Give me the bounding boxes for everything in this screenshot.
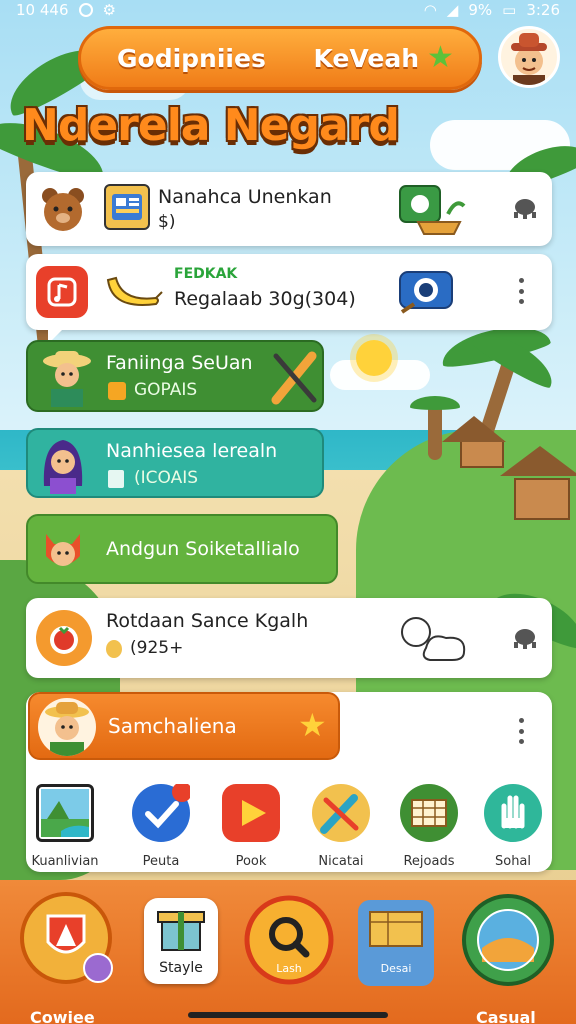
corner-label-right[interactable]: Casual (476, 1008, 536, 1024)
coin-icon (106, 640, 122, 658)
app-label: Peuta (142, 854, 180, 869)
hut (514, 478, 570, 520)
dock-label: Lash (276, 962, 302, 975)
card-subtitle: (ICOAIS (134, 468, 199, 488)
card-subtitle: (925+ (130, 638, 184, 658)
battery-icon: ▭ (502, 1, 517, 19)
app-label: Kuanlivian (31, 854, 99, 869)
app-item[interactable]: Kuanlivian (22, 784, 108, 869)
dock-item[interactable] (18, 890, 114, 990)
card-title: Faniinga SeUan (106, 352, 253, 374)
more-options-icon[interactable] (518, 718, 524, 744)
profile-avatar[interactable] (498, 26, 560, 88)
banner-title: Samchaliena (108, 714, 237, 738)
record-icon (78, 3, 93, 17)
camera-icon (398, 264, 456, 318)
app-item[interactable]: Peuta (118, 782, 204, 869)
corner-label-left[interactable]: Cowiee (30, 1008, 95, 1024)
list-card[interactable]: Faniinga SeUan GOPAIS (26, 340, 324, 412)
pen-tool-icon (312, 784, 370, 842)
hut-roof (500, 446, 576, 476)
dock-item[interactable]: Stayle (144, 898, 218, 984)
hand-icon (484, 784, 542, 842)
battery-percent: 9% (468, 1, 493, 19)
app-label: Rejoads (403, 854, 455, 869)
calendar-icon (400, 784, 458, 842)
music-app-icon (36, 266, 88, 318)
list-card[interactable]: FEDKAK Regalaab 30g(304) (26, 254, 552, 344)
girl-avatar-icon (38, 434, 88, 494)
list-card[interactable]: Nanhiesea lerealn (ICOAIS (26, 428, 324, 498)
board-icon (369, 911, 423, 947)
dock-item[interactable] (460, 892, 556, 988)
list-card[interactable]: Nanahca Unenkan $) (26, 172, 552, 246)
dock-label: Desai (380, 962, 412, 975)
app-label: Sohal (494, 854, 532, 869)
header-left-label[interactable]: Godipniies (117, 44, 266, 73)
card-title: Nanhiesea lerealn (106, 440, 278, 462)
app-item[interactable]: Nicatai (298, 784, 384, 869)
settings-icon: ⚙ (102, 1, 116, 19)
app-item[interactable]: Rejoads (386, 784, 472, 869)
app-item[interactable]: Sohal (470, 784, 556, 869)
file-icon (108, 470, 124, 488)
signal-icon: ◢ (446, 1, 459, 19)
header-pill[interactable]: Godipniies KeVeah ★ (78, 26, 482, 90)
sun (356, 340, 392, 376)
checkmark-icon (132, 782, 192, 842)
play-icon (222, 784, 280, 842)
dashboard-icon (104, 184, 150, 230)
shield-badge-icon (20, 892, 113, 984)
card-title: Andgun Soiketallialo (106, 538, 300, 560)
list-card[interactable]: Rotdaan Sance Kgalh (925+ (26, 598, 552, 678)
card-title: Regalaab 30g(304) (174, 288, 356, 310)
wifi-icon: ◠ (423, 1, 437, 19)
basket-icon (398, 184, 468, 236)
explorer-avatar-icon (38, 698, 96, 756)
app-label: Pook (235, 854, 267, 869)
card-subtitle: $) (158, 212, 176, 232)
hut (460, 440, 504, 468)
app-item[interactable]: Pook (208, 784, 294, 869)
pencil-icon (268, 348, 324, 408)
card-subtitle: GOPAIS (134, 380, 198, 400)
page-title: Nderela Negard (22, 100, 400, 151)
status-bar: 10 446 ⚙ ◠ ◢ 9% ▭ 3:26 (0, 0, 576, 20)
bug-icon[interactable] (510, 624, 540, 649)
status-time-left: 10 446 (16, 1, 69, 19)
star-icon: ★ (298, 706, 327, 744)
fox-icon (40, 526, 86, 574)
more-options-icon[interactable] (518, 278, 524, 304)
card-title: Rotdaan Sance Kgalh (106, 610, 309, 632)
card-title: Nanahca Unenkan (158, 186, 332, 208)
home-indicator[interactable] (188, 1012, 388, 1018)
dock-item[interactable]: Lash (244, 894, 334, 986)
explorer-avatar-icon (511, 33, 547, 85)
tomato-icon (36, 610, 92, 666)
tag-icon (108, 382, 126, 400)
hut-roof (442, 416, 506, 442)
farmer-avatar-icon (38, 346, 96, 408)
header-right-label[interactable]: KeVeah (314, 44, 420, 73)
banana-icon (102, 270, 166, 314)
dock-item[interactable]: Desai (358, 900, 434, 986)
bug-icon[interactable] (510, 194, 540, 219)
dock-label: Stayle (159, 960, 203, 976)
app-label: Nicatai (318, 854, 364, 869)
star-icon: ★ (427, 40, 454, 75)
list-card[interactable]: Andgun Soiketallialo (26, 514, 338, 584)
banner[interactable]: Samchaliena ★ (28, 692, 340, 760)
globe-seal-icon (462, 894, 554, 986)
cloud-outline-icon (396, 608, 472, 666)
landscape-icon (36, 784, 94, 842)
clock: 3:26 (526, 1, 560, 19)
card-tag: FEDKAK (174, 266, 238, 282)
gift-box-icon (157, 911, 205, 951)
bear-icon (36, 182, 90, 236)
